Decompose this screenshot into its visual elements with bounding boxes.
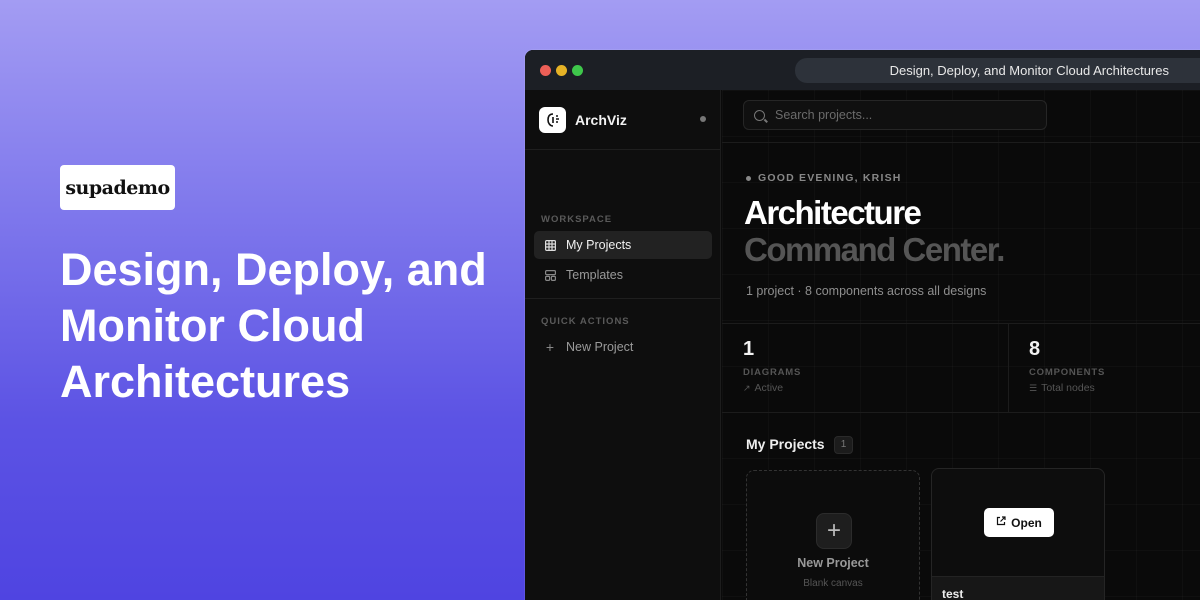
stat-components: 8 COMPONENTS ☰ Total nodes [1029,338,1105,394]
sidebar: ArchViz WORKSPACE My Projects Templates … [525,90,721,600]
hero-title: Design, Deploy, and Monitor Cloud Archit… [60,244,487,407]
projects-count-badge: 1 [834,436,853,454]
search-input[interactable]: Search projects... [743,100,1047,130]
project-summary: 1 project · 8 components across all desi… [746,284,987,298]
search-icon [754,109,765,121]
stat-value: 8 [1029,338,1041,360]
app-logo-icon [539,107,566,133]
stats-top-divider [722,323,1200,324]
maximize-window-button[interactable] [572,65,583,76]
project-card[interactable]: Open test [931,468,1105,600]
greeting: GOOD EVENING, KRISH [746,172,902,184]
quick-action-new-project[interactable]: + New Project [534,333,712,361]
status-indicator [700,116,706,122]
main-content: Search projects... GOOD EVENING, KRISH A… [722,90,1200,600]
sidebar-divider [525,149,720,150]
stats-divider [1008,324,1009,412]
workspace-section-label: WORKSPACE [541,214,613,225]
headline-primary: Architecture [744,194,922,231]
projects-section-title: My Projects [746,436,825,452]
quick-action-label: New Project [566,340,634,354]
open-button-label: Open [1011,515,1042,530]
grid-icon [544,239,556,251]
app-window: Design, Deploy, and Monitor Cloud Archit… [525,50,1200,600]
template-icon [544,269,556,281]
new-project-subtext: Blank canvas [803,578,863,589]
stat-subtext: ☰ Total nodes [1029,382,1105,394]
sidebar-item-label: Templates [566,268,623,282]
close-window-button[interactable] [540,65,551,76]
header-divider [722,142,1200,143]
stat-sub-label: Active [754,382,784,394]
plus-icon: + [816,513,852,549]
window-title-bar: Design, Deploy, and Monitor Cloud Archit… [795,58,1200,83]
server-icon: ☰ [1029,382,1038,393]
stat-sub-label: Total nodes [1041,382,1095,394]
sidebar-divider [525,298,720,299]
project-name: test [942,587,964,600]
sidebar-item-templates[interactable]: Templates [534,261,712,289]
sidebar-item-my-projects[interactable]: My Projects [534,231,712,259]
greeting-dot-icon [746,175,751,181]
sidebar-item-label: My Projects [566,238,632,252]
new-project-label: New Project [797,556,869,570]
trend-up-icon: ↗ [743,382,751,393]
greeting-text: GOOD EVENING, KRISH [758,172,902,184]
stat-label: DIAGRAMS [743,367,802,378]
stat-value: 1 [743,338,755,360]
supademo-logo: supademo [60,165,175,210]
quick-actions-section-label: QUICK ACTIONS [541,316,630,327]
stat-label: COMPONENTS [1029,367,1106,378]
plus-icon: + [545,339,555,355]
stat-subtext: ↗ Active [743,382,801,394]
external-link-icon [996,516,1006,529]
headline-secondary: Command Center. [744,231,1005,268]
minimize-window-button[interactable] [556,65,567,76]
open-project-button[interactable]: Open [984,508,1054,537]
new-project-card[interactable]: + New Project Blank canvas [746,470,920,600]
stats-bottom-divider [722,412,1200,413]
stat-diagrams: 1 DIAGRAMS ↗ Active [743,338,801,394]
window-titlebar: Design, Deploy, and Monitor Cloud Archit… [525,50,1200,90]
app-name: ArchViz [575,112,627,128]
project-card-footer: test [932,576,1104,600]
search-placeholder: Search projects... [775,108,873,122]
